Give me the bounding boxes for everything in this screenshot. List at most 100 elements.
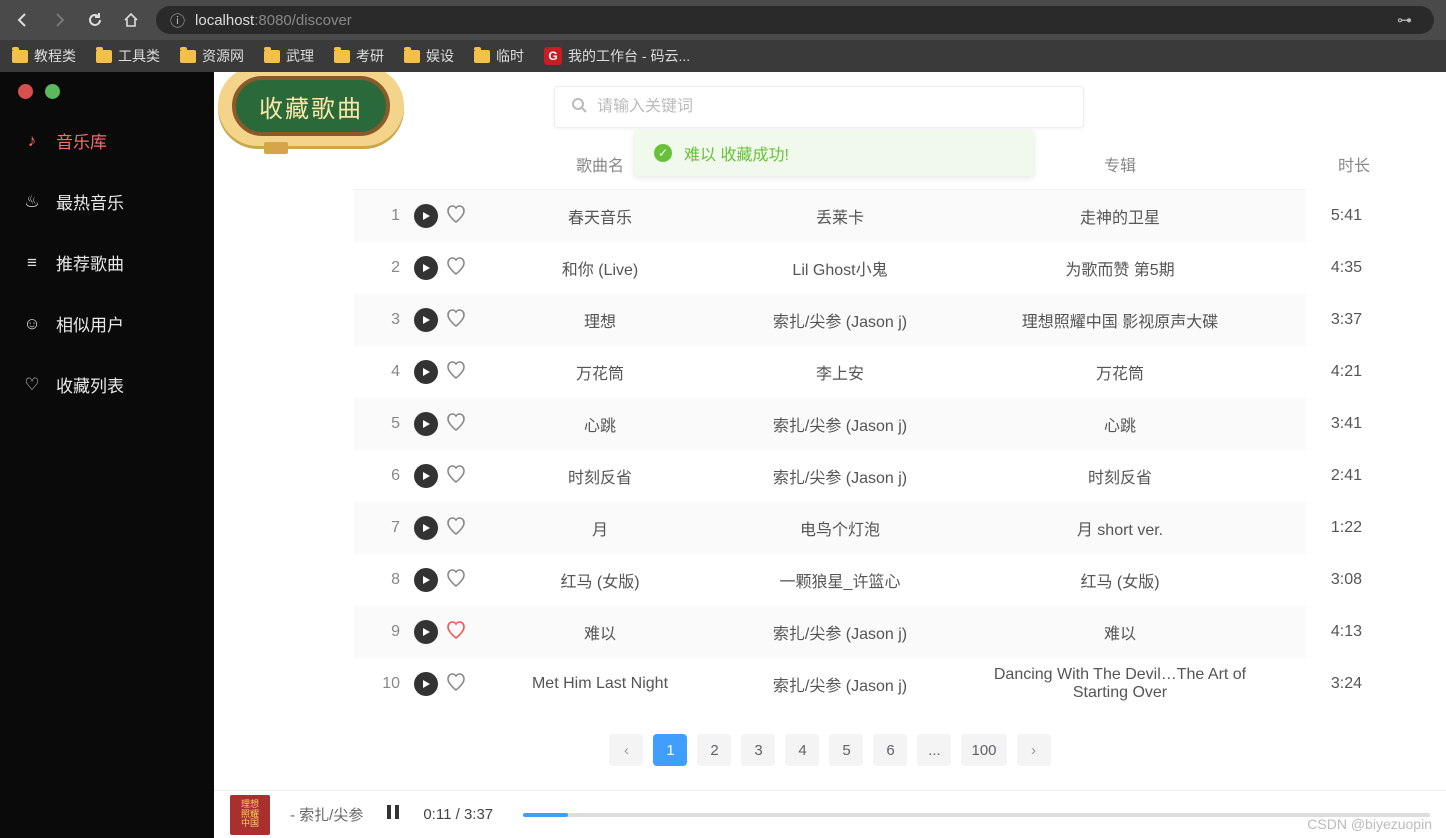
table-row[interactable]: 7月电鸟个灯泡月 short ver.1:22 (354, 502, 1306, 554)
table-row[interactable]: 2和你 (Live)Lil Ghost小鬼为歌而赞 第5期4:35 (354, 242, 1306, 294)
reload-button[interactable] (84, 9, 106, 31)
sidebar-item[interactable]: ≡推荐歌曲 (0, 232, 214, 293)
bookmark-item[interactable]: 教程类 (12, 46, 76, 66)
sidebar-item[interactable]: ♡收藏列表 (0, 354, 214, 415)
song-name: 心跳 (490, 404, 710, 444)
song-duration: 3:41 (1270, 415, 1370, 433)
favorite-button[interactable] (446, 569, 466, 592)
home-button[interactable] (120, 9, 142, 31)
site-info-icon[interactable]: ⓘ (170, 10, 185, 31)
main-content: 收藏歌曲 ✓ 难以 收藏成功! 歌曲名 歌手 专辑 时长 1春天音乐丢莱卡走神的… (214, 72, 1446, 838)
sidebar-item[interactable]: ♨最热音乐 (0, 171, 214, 232)
favorite-button[interactable] (446, 309, 466, 332)
song-name: 月 (490, 508, 710, 548)
song-duration: 4:35 (1270, 259, 1370, 277)
favorite-button[interactable] (446, 465, 466, 488)
sidebar-item-icon: ♡ (22, 375, 42, 395)
page-number[interactable]: 4 (785, 734, 819, 766)
bookmark-item[interactable]: 临时 (474, 46, 524, 66)
bookmark-label: 我的工作台 - 码云... (568, 46, 690, 66)
browser-toolbar: ⓘ localhost:8080/discover ⊶ (0, 0, 1446, 40)
table-row[interactable]: 5心跳索扎/尖参 (Jason j)心跳3:41 (354, 398, 1306, 450)
table-row[interactable]: 4万花筒李上安万花筒4:21 (354, 346, 1306, 398)
favorite-button[interactable] (446, 673, 466, 696)
sidebar-item[interactable]: ☺相似用户 (0, 293, 214, 354)
bookmark-item[interactable]: 娱设 (404, 46, 454, 66)
page-number[interactable]: 2 (697, 734, 731, 766)
search-box[interactable] (554, 86, 1084, 128)
folder-icon (404, 50, 420, 63)
song-duration: 2:41 (1270, 467, 1370, 485)
back-button[interactable] (12, 9, 34, 31)
play-button[interactable] (414, 516, 438, 540)
play-button[interactable] (414, 308, 438, 332)
favorite-button[interactable] (446, 205, 466, 228)
page-badge: 收藏歌曲 (218, 72, 404, 146)
album-thumbnail[interactable]: 理想照耀中国 (230, 795, 270, 835)
page-next[interactable]: › (1017, 734, 1051, 766)
key-icon[interactable]: ⊶ (1397, 11, 1412, 29)
table-row[interactable]: 8红马 (女版)一颗狼星_许篮心红马 (女版)3:08 (354, 554, 1306, 606)
favorite-button[interactable] (446, 257, 466, 280)
now-playing-text: - 索扎/尖参 (290, 804, 363, 825)
row-index: 2 (354, 259, 410, 277)
folder-icon (12, 50, 28, 63)
sidebar-item[interactable]: ♪音乐库 (0, 110, 214, 171)
play-button[interactable] (414, 256, 438, 280)
table-row[interactable]: 9难以索扎/尖参 (Jason j)难以4:13 (354, 606, 1306, 658)
folder-icon (264, 50, 280, 63)
song-album: Dancing With The Devil…The Art of Starti… (970, 658, 1270, 710)
play-button[interactable] (414, 672, 438, 696)
bookmark-item[interactable]: 考研 (334, 46, 384, 66)
page-number[interactable]: 6 (873, 734, 907, 766)
player-bar: 理想照耀中国 - 索扎/尖参 0:11 / 3:37 (214, 790, 1446, 838)
favorite-button[interactable] (446, 413, 466, 436)
bookmark-item[interactable]: 工具类 (96, 46, 160, 66)
play-button[interactable] (414, 204, 438, 228)
bookmarks-bar: 教程类工具类资源网武理考研娱设临时 G 我的工作台 - 码云... (0, 40, 1446, 72)
table-row[interactable]: 10Met Him Last Night索扎/尖参 (Jason j)Danci… (354, 658, 1306, 710)
table-row[interactable]: 1春天音乐丢莱卡走神的卫星5:41 (354, 190, 1306, 242)
table-row[interactable]: 3理想索扎/尖参 (Jason j)理想照耀中国 影视原声大碟3:37 (354, 294, 1306, 346)
row-index: 9 (354, 623, 410, 641)
page-number[interactable]: 100 (961, 734, 1006, 766)
page-number[interactable]: 1 (653, 734, 687, 766)
forward-button[interactable] (48, 9, 70, 31)
song-artist: 电鸟个灯泡 (710, 508, 970, 548)
play-button[interactable] (414, 620, 438, 644)
sidebar-item-label: 相似用户 (56, 311, 124, 336)
song-name: 时刻反省 (490, 456, 710, 496)
maximize-window-button[interactable] (45, 84, 60, 99)
close-window-button[interactable] (18, 84, 33, 99)
bookmark-item[interactable]: 资源网 (180, 46, 244, 66)
song-artist: 一颗狼星_许篮心 (710, 560, 970, 600)
bookmark-item[interactable]: 武理 (264, 46, 314, 66)
folder-icon (334, 50, 350, 63)
page-prev[interactable]: ‹ (609, 734, 643, 766)
song-name: 春天音乐 (490, 196, 710, 236)
address-bar[interactable]: ⓘ localhost:8080/discover ⊶ (156, 6, 1434, 34)
song-name: 理想 (490, 300, 710, 340)
pagination: ‹ 123456... 100 › (214, 734, 1446, 766)
play-button[interactable] (414, 568, 438, 592)
song-album: 难以 (970, 612, 1270, 652)
page-number[interactable]: 3 (741, 734, 775, 766)
url-host: localhost (195, 12, 254, 29)
favorite-button[interactable] (446, 517, 466, 540)
page-number[interactable]: 5 (829, 734, 863, 766)
favorite-button[interactable] (446, 361, 466, 384)
row-index: 3 (354, 311, 410, 329)
favorite-button[interactable] (446, 621, 466, 644)
play-button[interactable] (414, 464, 438, 488)
bookmark-item[interactable]: G 我的工作台 - 码云... (544, 46, 690, 66)
row-index: 8 (354, 571, 410, 589)
progress-bar[interactable] (523, 813, 1430, 817)
gitee-icon: G (544, 47, 562, 65)
play-button[interactable] (414, 412, 438, 436)
search-input[interactable] (597, 98, 1067, 116)
play-button[interactable] (414, 360, 438, 384)
page-ellipsis[interactable]: ... (917, 734, 951, 766)
table-row[interactable]: 6时刻反省索扎/尖参 (Jason j)时刻反省2:41 (354, 450, 1306, 502)
song-album: 时刻反省 (970, 456, 1270, 496)
pause-button[interactable] (383, 802, 403, 827)
